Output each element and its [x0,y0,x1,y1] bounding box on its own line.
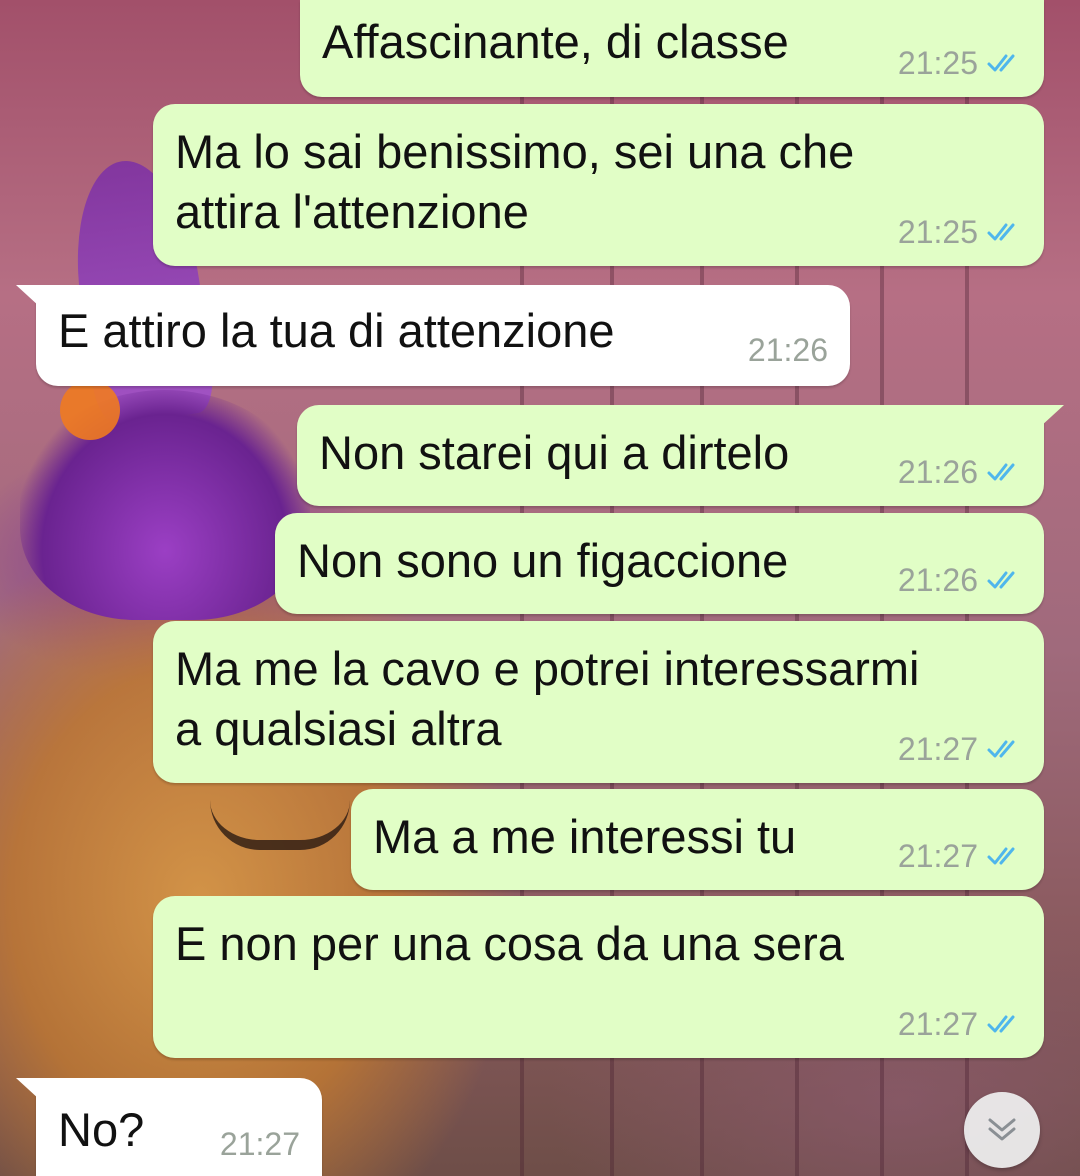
message-time: 21:26 [897,454,978,490]
double-check-icon [987,740,1015,758]
outgoing-message[interactable]: Non starei qui a dirtelo 21:26 [297,405,1064,506]
message-list[interactable]: Affascinante, di classe 21:25 Ma lo sai … [0,0,1080,1176]
double-check-icon [987,54,1015,72]
message-time: 21:25 [897,45,978,81]
message-time: 21:27 [897,838,978,874]
double-check-icon [987,463,1015,481]
message-meta: 21:27 [898,731,1026,767]
message-time: 21:26 [897,562,978,598]
message-text: Non starei qui a dirtelo [319,426,790,479]
message-text-line: attira l'attenzione [175,185,529,238]
message-text-line: a qualsiasi altra [175,702,502,755]
double-check-icon [987,1015,1015,1033]
message-meta: 21:26 [748,332,828,368]
double-check-icon [987,847,1015,865]
message-meta: 21:27 [898,838,1026,874]
chevron-double-down-icon [988,1118,1016,1141]
message-meta: 21:25 [898,45,1026,81]
incoming-message[interactable]: E attiro la tua di attenzione 21:26 [16,285,850,386]
message-meta: 21:26 [898,562,1026,598]
message-text: Affascinante, di classe [322,15,789,68]
message-text: Non sono un figaccione [297,534,789,587]
message-text: No? [58,1103,145,1156]
message-time: 21:27 [219,1126,300,1162]
outgoing-message[interactable]: Affascinante, di classe 21:25 [300,0,1044,97]
message-meta: 21:25 [898,214,1026,250]
message-text: Ma a me interessi tu [373,810,797,863]
message-meta: 21:26 [898,454,1026,490]
scroll-to-bottom-button[interactable] [964,1092,1040,1168]
outgoing-message[interactable]: Ma me la cavo e potrei interessarmi a qu… [153,621,1044,783]
outgoing-message[interactable]: E non per una cosa da una sera 21:27 [153,896,1044,1058]
message-text: E non per una cosa da una sera [175,917,844,970]
message-time: 21:27 [897,1006,978,1042]
message-meta: 21:27 [898,1006,1026,1042]
message-meta: 21:27 [220,1126,300,1162]
incoming-message[interactable]: No? 21:27 [16,1078,322,1176]
double-check-icon [987,223,1015,241]
outgoing-message[interactable]: Non sono un figaccione 21:26 [275,513,1044,614]
message-text: E attiro la tua di attenzione [58,304,615,357]
message-time: 21:25 [897,214,978,250]
outgoing-message[interactable]: Ma a me interessi tu 21:27 [351,789,1044,890]
message-text-line: Ma me la cavo e potrei interessarmi [175,642,920,695]
message-time: 21:26 [747,332,828,368]
message-time: 21:27 [897,731,978,767]
outgoing-message[interactable]: Ma lo sai benissimo, sei una che attira … [153,104,1044,266]
message-text-line: Ma lo sai benissimo, sei una che [175,125,855,178]
double-check-icon [987,571,1015,589]
